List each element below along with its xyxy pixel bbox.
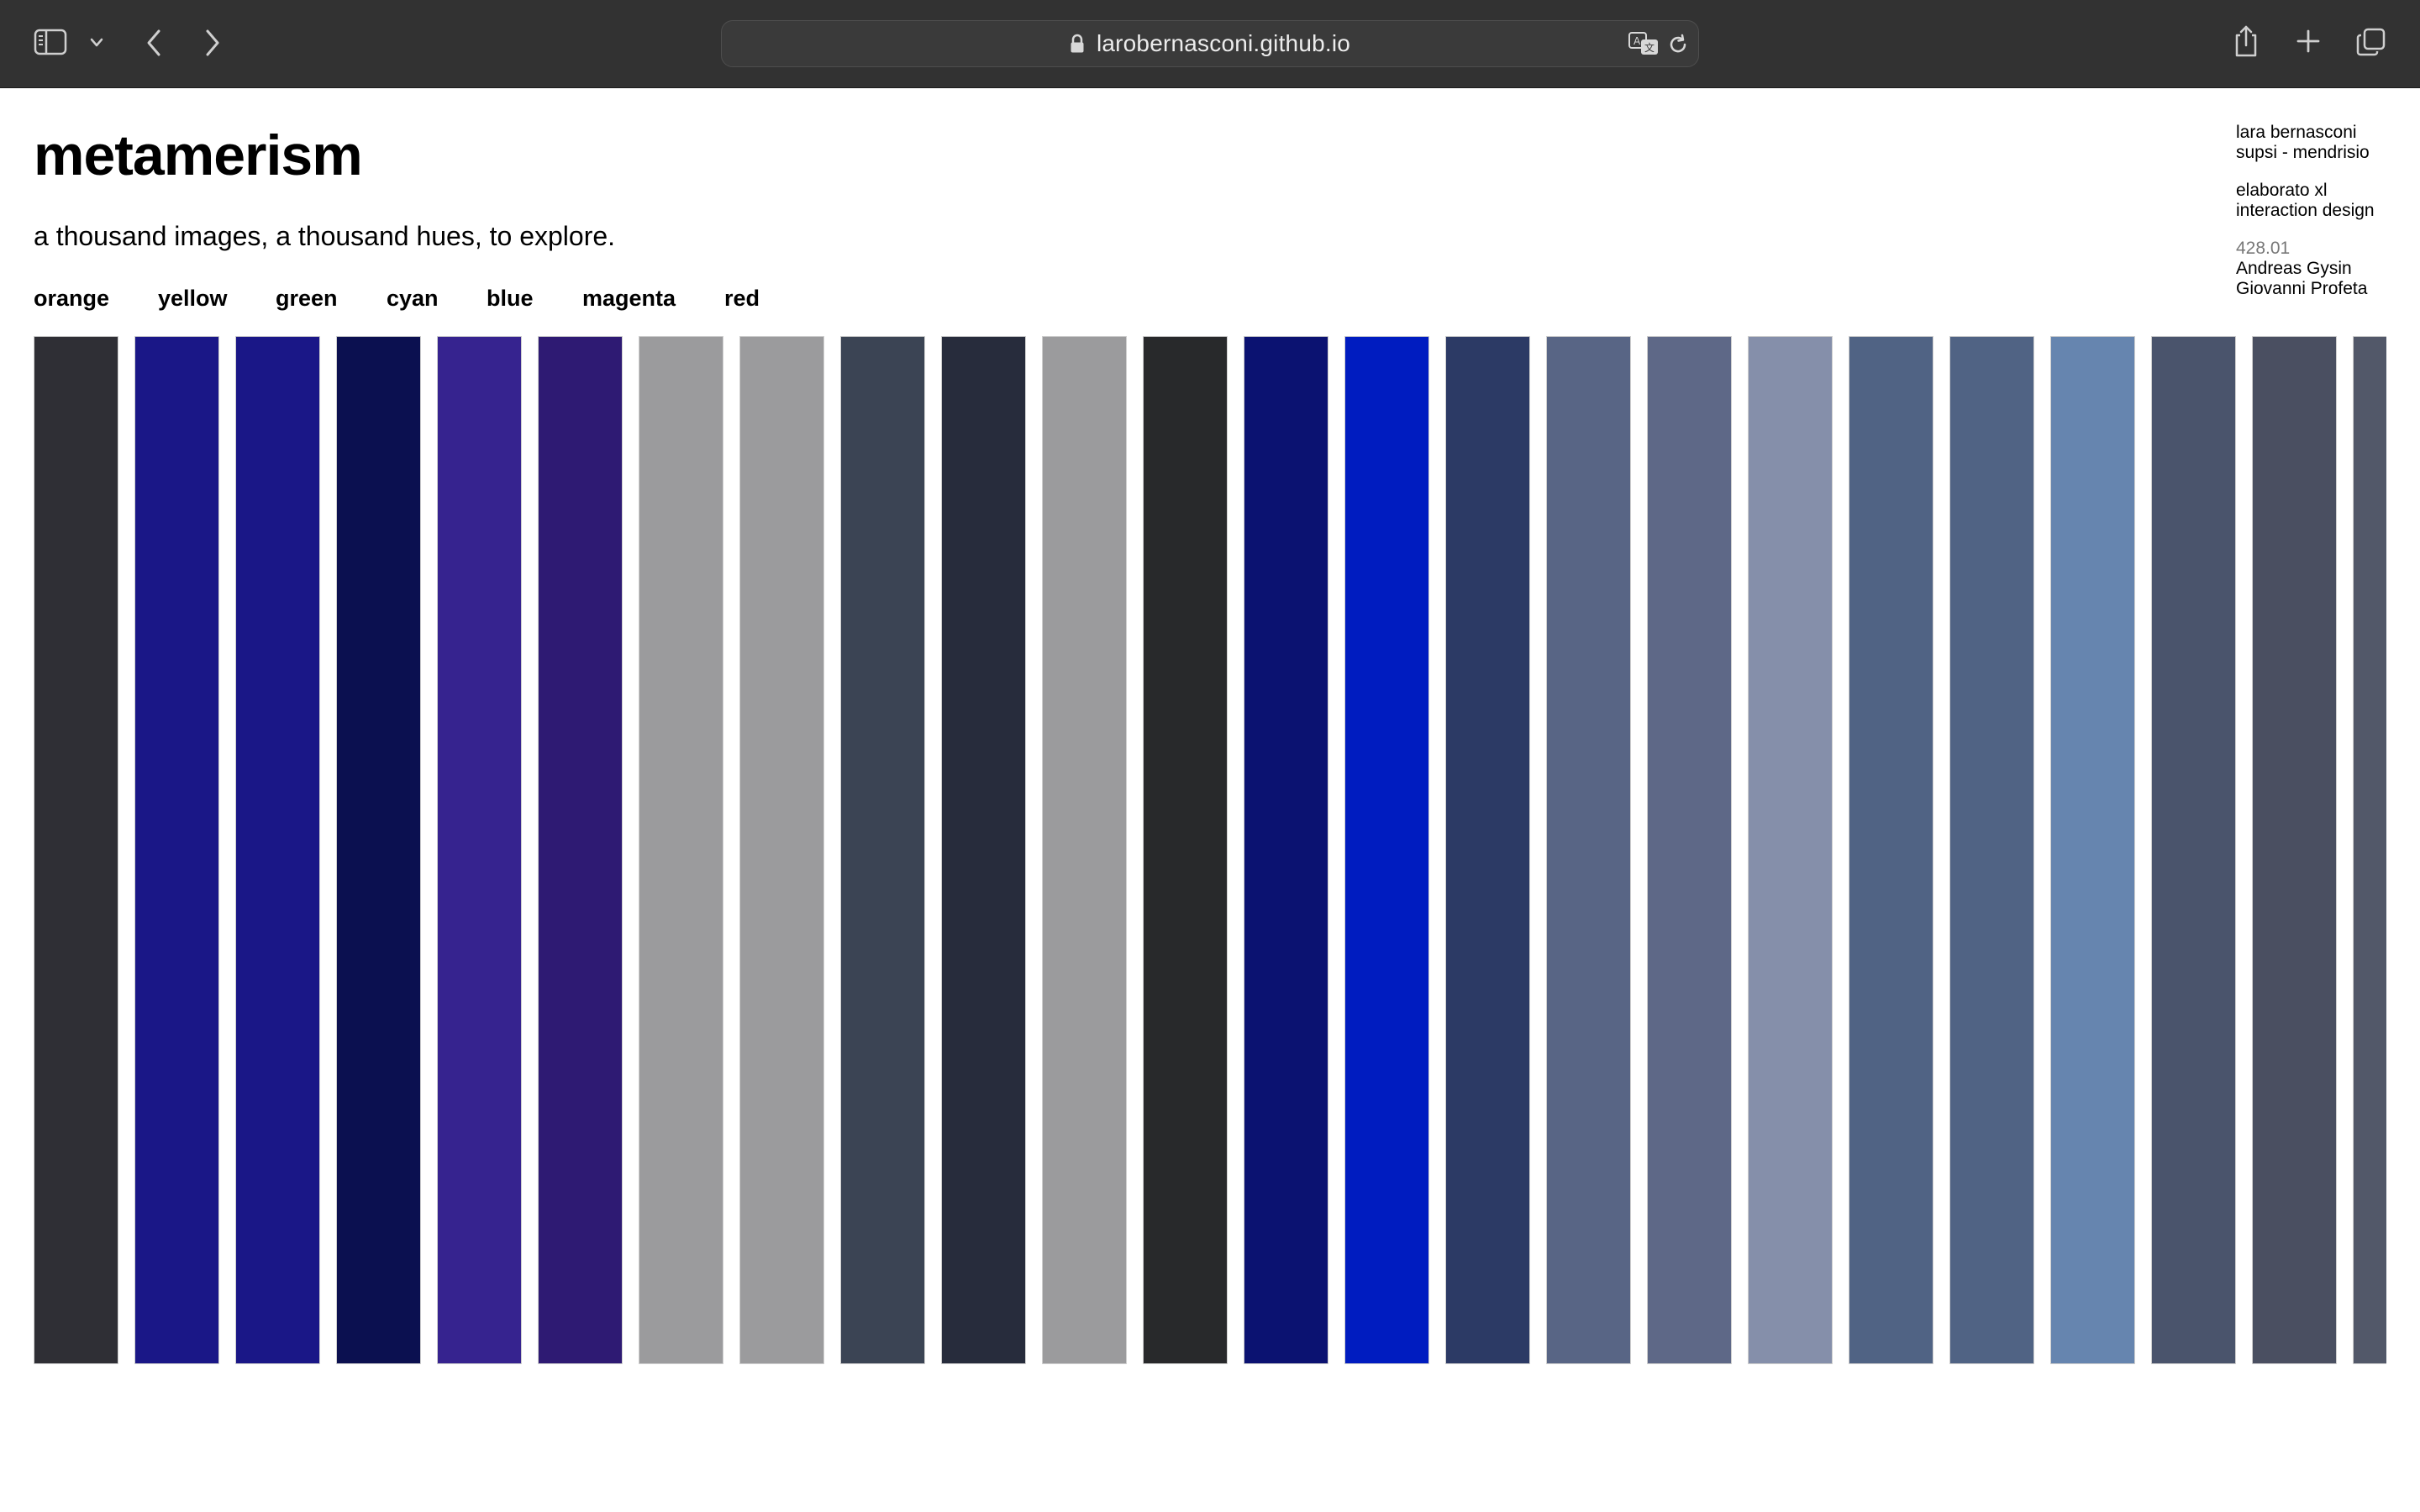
color-swatch[interactable]	[1344, 336, 1429, 1364]
color-swatch[interactable]	[1546, 336, 1631, 1364]
credits-block: lara bernasconi supsi - mendrisio elabor…	[2236, 123, 2404, 317]
filter-yellow[interactable]: yellow	[158, 286, 276, 312]
author-name: lara bernasconi	[2236, 123, 2357, 142]
address-bar[interactable]: larobernasconi.github.io A 文	[721, 20, 1699, 67]
color-swatch[interactable]	[2353, 336, 2386, 1364]
back-arrow-icon[interactable]	[143, 27, 165, 59]
svg-text:A: A	[1634, 35, 1641, 47]
course-code: 428.01	[2236, 239, 2291, 258]
filter-orange[interactable]: orange	[34, 286, 158, 312]
project-group: elaborato xl interaction design	[2236, 181, 2404, 221]
lock-icon	[1071, 34, 1084, 53]
color-swatch[interactable]	[2151, 336, 2236, 1364]
tutor-name: Andreas Gysin	[2236, 259, 2352, 278]
translate-icon[interactable]: A 文	[1628, 31, 1661, 56]
project-name: elaborato xl	[2236, 181, 2328, 200]
filter-green[interactable]: green	[276, 286, 387, 312]
page-subtitle: a thousand images, a thousand hues, to e…	[34, 221, 616, 251]
color-swatch[interactable]	[134, 336, 219, 1364]
color-swatch[interactable]	[2252, 336, 2337, 1364]
tabs-overview-icon[interactable]	[2356, 27, 2386, 57]
color-swatch[interactable]	[2050, 336, 2135, 1364]
url-text: larobernasconi.github.io	[1096, 30, 1351, 56]
tutor-name: Giovanni Profeta	[2236, 279, 2368, 298]
color-swatch[interactable]	[941, 336, 1026, 1364]
url-display: larobernasconi.github.io	[722, 21, 1698, 66]
color-swatch[interactable]	[639, 336, 723, 1364]
color-swatch[interactable]	[1244, 336, 1328, 1364]
sidebar-toggle-icon[interactable]	[34, 29, 67, 55]
color-swatch[interactable]	[1748, 336, 1833, 1364]
color-swatch[interactable]	[1143, 336, 1228, 1364]
program-name: interaction design	[2236, 201, 2375, 220]
tutors-group: 428.01 Andreas Gysin Giovanni Profeta	[2236, 239, 2404, 299]
browser-toolbar: larobernasconi.github.io A 文	[0, 0, 2420, 88]
filter-blue[interactable]: blue	[487, 286, 582, 312]
color-swatch[interactable]	[840, 336, 925, 1364]
color-swatch[interactable]	[336, 336, 421, 1364]
color-swatch[interactable]	[739, 336, 824, 1364]
svg-text:文: 文	[1644, 41, 1655, 54]
swatch-grid	[34, 336, 2386, 1366]
page-title: metamerism	[34, 123, 363, 187]
color-swatch[interactable]	[1949, 336, 2034, 1364]
color-swatch[interactable]	[1445, 336, 1530, 1364]
plus-icon[interactable]	[2296, 29, 2321, 54]
chevron-down-icon[interactable]	[89, 37, 104, 49]
filter-cyan[interactable]: cyan	[387, 286, 487, 312]
filter-magenta[interactable]: magenta	[582, 286, 724, 312]
color-filter-nav: orange yellow green cyan blue magenta re…	[34, 286, 760, 312]
reload-icon[interactable]	[1666, 33, 1690, 56]
color-swatch[interactable]	[1849, 336, 1933, 1364]
color-swatch[interactable]	[34, 336, 118, 1364]
filter-red[interactable]: red	[724, 286, 760, 312]
color-swatch[interactable]	[437, 336, 522, 1364]
color-swatch[interactable]	[1647, 336, 1732, 1364]
school-name: supsi - mendrisio	[2236, 143, 2370, 162]
author-group: lara bernasconi supsi - mendrisio	[2236, 123, 2404, 163]
forward-arrow-icon[interactable]	[202, 27, 224, 59]
color-swatch[interactable]	[538, 336, 623, 1364]
color-swatch[interactable]	[235, 336, 320, 1364]
share-icon[interactable]	[2233, 24, 2259, 59]
color-swatch[interactable]	[1042, 336, 1127, 1364]
